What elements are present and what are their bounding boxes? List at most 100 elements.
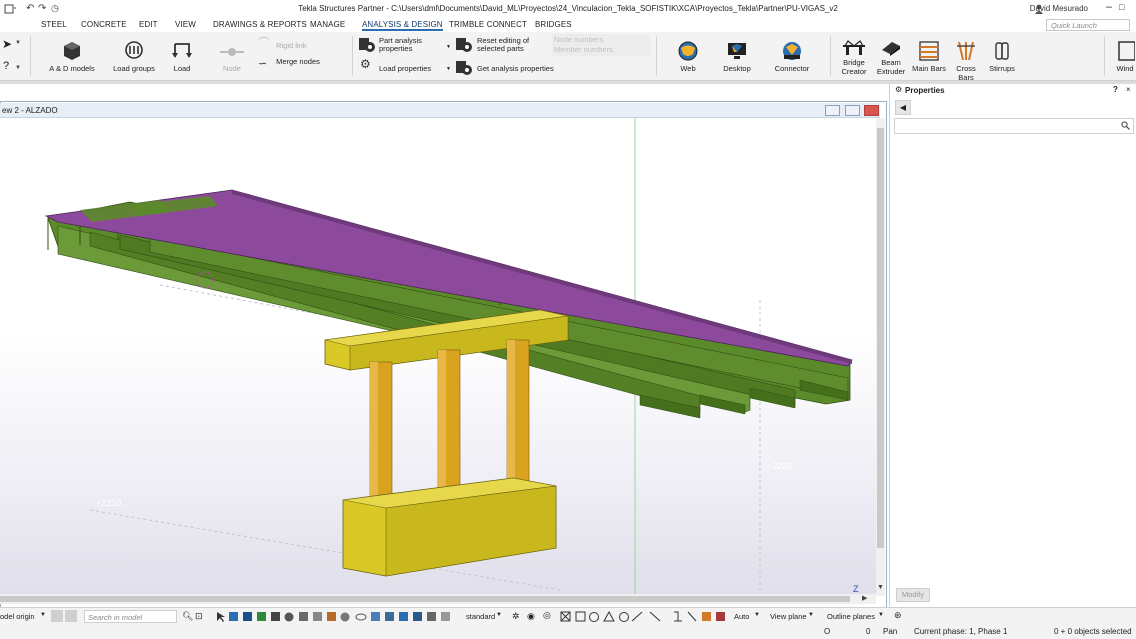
view-maximize-icon[interactable] [845,105,860,116]
rigid-link-button[interactable]: ⌒ Rigid link [258,38,307,50]
vertical-scrollbar[interactable]: ▼ [876,118,885,596]
connector-button[interactable]: Connector [772,40,812,73]
search-icon[interactable]: 🔍︎ [182,611,193,622]
elevation-label: +2220 [767,461,793,471]
select-view-icon [355,613,367,621]
axis-z-label: Z [853,584,859,594]
desktop-icon [728,43,746,59]
scroll-right-icon[interactable]: ▶ [862,594,867,602]
tab-drawings-reports[interactable]: DRAWINGS & REPORTS [213,20,307,29]
web-button[interactable]: Web [672,40,704,73]
chevron-down-icon[interactable]: ▼ [446,43,451,51]
main-bars-label: Main Bars [912,64,946,73]
close-icon[interactable]: × [1126,85,1131,94]
beam-extruder-icon [882,42,900,56]
main-bars-button[interactable]: Main Bars [912,40,946,73]
beam-extruder-button[interactable]: Beam Extruder [876,40,906,76]
get-analysis-properties-label: Get analysis properties [477,64,554,73]
get-analysis-properties-button[interactable]: Get analysis properties [455,60,555,76]
load-groups-button[interactable]: Load groups [110,40,158,73]
load-groups-label: Load groups [113,64,155,73]
plane-dropdown[interactable]: View plane [770,612,807,621]
elevation-label: +2210 [96,498,122,508]
ad-models-button[interactable]: A & D models [46,40,98,73]
load-properties-button[interactable]: ⚙ Load properties ▼ [360,57,452,75]
properties-panel: ⚙ Properties ? × ◀ Modify [889,84,1136,606]
view-title-bar: ew 2 - ALZADO [0,103,880,118]
desktop-button[interactable]: Desktop [720,40,754,73]
eye-icon[interactable]: ◎ [543,610,551,621]
snap-intersect-icon [603,611,615,622]
snap-perpendicular-icon [649,611,661,622]
help-icon[interactable]: ? [1113,85,1118,94]
outline-planes-dropdown[interactable]: Outline planes [827,612,875,621]
link-icon[interactable]: ⊛ [894,610,902,621]
work-plane-dropdown[interactable]: odel origin [0,612,35,621]
filter-settings-icon[interactable]: ✲ [512,611,520,622]
chevron-down-icon[interactable]: ▼ [496,612,502,618]
tab-edit[interactable]: EDIT [139,20,158,29]
chevron-down-icon[interactable]: ▼ [754,612,760,618]
model-cube-icon [64,42,80,60]
snap-depth-dropdown[interactable]: Auto [734,612,749,621]
selection-filter-dropdown[interactable]: standard [466,612,495,621]
help-icon[interactable]: ? [3,60,9,72]
horizontal-scrollbar[interactable]: ▶ [0,594,876,604]
select-part-icon [243,612,252,621]
node-button[interactable]: Node [218,42,246,73]
window-icon [1118,41,1135,61]
collapse-arrow-icon[interactable]: ◀ [895,100,911,115]
bottom-toolbar: odel origin ▼ Search in model 🔍︎ ⊡ stand… [0,607,1136,626]
cross-bars-label: Cross Bars [956,64,976,82]
chevron-down-icon[interactable]: ▼ [40,612,46,618]
chevron-down-icon[interactable]: ▼ [446,65,451,73]
tab-analysis-design[interactable]: ANALYSIS & DESIGN [362,20,443,31]
scroll-down-icon[interactable]: ▼ [877,584,884,591]
chevron-down-icon[interactable]: ▼ [808,612,814,618]
tab-steel[interactable]: STEEL [41,20,67,29]
maximize-icon[interactable]: □ [1119,2,1124,12]
select-arrow-icon[interactable]: ➤ [2,37,12,51]
gear-icon: ⚙ [360,57,371,71]
cross-bars-button[interactable]: Cross Bars [948,40,984,82]
tab-bridges[interactable]: BRIDGES [535,20,572,29]
reset-editing-button[interactable]: Reset editing of selected parts [455,37,550,55]
chevron-down-icon[interactable]: ▼ [878,612,884,618]
search-model-input[interactable]: Search in model [84,610,177,623]
bridge-creator-button[interactable]: Bridge Creator [840,40,868,76]
bridge-model-render[interactable] [0,118,876,594]
tab-view[interactable]: VIEW [175,20,196,29]
properties-search-input[interactable] [894,118,1134,134]
selection-tools[interactable] [215,611,455,623]
search-icon[interactable] [1121,121,1130,130]
window-button[interactable]: Wind [1114,40,1136,73]
minimize-icon[interactable]: – [1106,1,1112,13]
model-3d-view[interactable]: +2210 +2220 +2210 Z [0,118,876,594]
snap-tools[interactable] [560,611,730,623]
view-minimize-icon[interactable] [825,105,840,116]
zoom-icon[interactable]: ⊡ [195,611,203,622]
stirrups-button[interactable]: Stirrups [986,40,1018,73]
stirrups-icon [995,42,1009,60]
quick-launch-input[interactable]: Quick Launch [1046,19,1130,31]
modify-button[interactable]: Modify [896,588,930,602]
user-name: David Mesurado [1029,4,1088,13]
chevron-down-icon[interactable]: ▼ [15,40,21,46]
tab-manage[interactable]: MANAGE [310,20,345,29]
load-icon [172,43,192,58]
gear-icon [456,61,472,75]
view-close-icon[interactable] [864,105,879,116]
remove-icon[interactable] [65,610,77,622]
merge-nodes-button[interactable]: ∽ Merge nodes [258,58,320,70]
select-surface-icon [371,612,380,621]
tab-concrete[interactable]: CONCRETE [81,20,127,29]
member-numbers-toggle[interactable]: Member numbers [554,46,613,54]
visibility-icon[interactable]: ◉ [527,611,535,622]
snap-grid-icon [716,612,725,621]
load-button[interactable]: Load [168,40,196,73]
add-icon[interactable] [51,610,63,622]
tab-trimble-connect[interactable]: TRIMBLE CONNECT [449,20,527,29]
node-numbers-toggle[interactable]: Node numbers [554,36,603,44]
chevron-down-icon[interactable]: ▼ [15,65,21,71]
elevation-label: +2210 [95,281,121,291]
